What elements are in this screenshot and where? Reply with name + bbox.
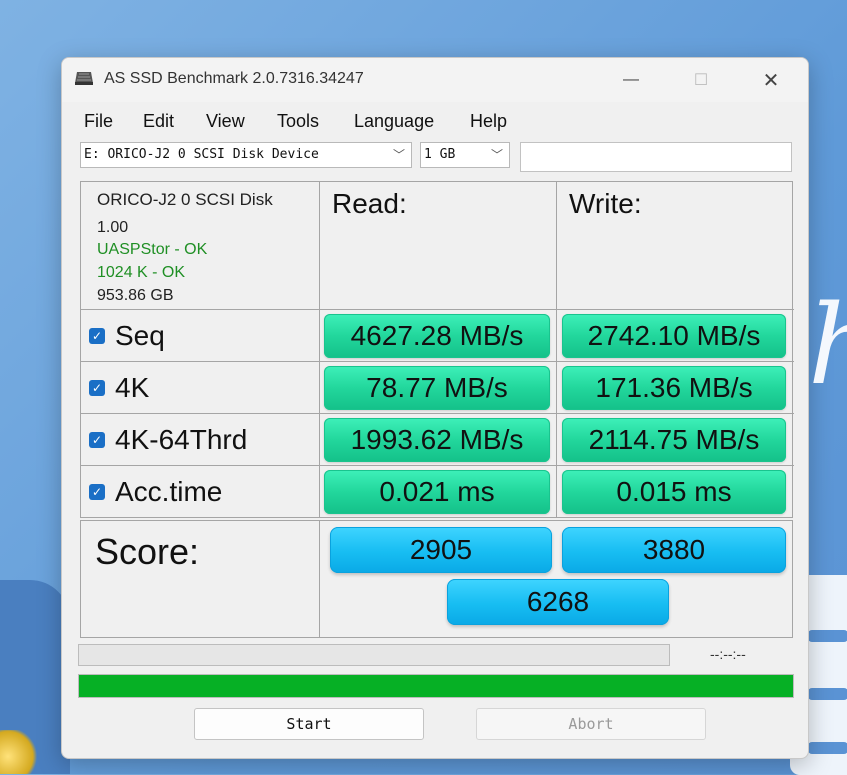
- chevron-down-icon: ﹀: [392, 148, 405, 162]
- menu-file[interactable]: File: [84, 111, 113, 132]
- overall-progress-fill: [79, 675, 793, 697]
- test-row-acc-time: ✓ Acc.time: [81, 466, 320, 517]
- close-icon: ✕: [762, 69, 780, 92]
- drive-select[interactable]: E: ORICO-J2 0 SCSI Disk Device ﹀: [80, 142, 412, 168]
- background-glyph: h: [808, 290, 847, 400]
- overall-progress-bar: [78, 674, 794, 698]
- 4k-label: 4K: [115, 371, 150, 403]
- menu-bar: File Edit View Tools Language Help: [62, 108, 808, 136]
- test-size-select[interactable]: 1 GB ﹀: [420, 142, 510, 168]
- drive-info-panel: ORICO-J2 0 SCSI Disk 1.00 UASPStor - OK …: [81, 182, 320, 310]
- test-row-4k-64thrd: ✓ 4K-64Thrd: [81, 414, 320, 466]
- minimize-button[interactable]: —: [608, 64, 654, 96]
- 4k-64thrd-label: 4K-64Thrd: [115, 423, 248, 455]
- menu-language[interactable]: Language: [354, 111, 434, 132]
- 4k-64thrd-read-value: 1993.62 MB/s: [324, 418, 550, 462]
- test-progress-bar: [78, 644, 670, 666]
- total-score: 6268: [447, 579, 669, 625]
- read-header: Read:: [320, 182, 557, 310]
- 4k-64thrd-write-value: 2114.75 MB/s: [562, 418, 786, 462]
- maximize-button[interactable]: ☐: [678, 64, 724, 96]
- window-title: AS SSD Benchmark 2.0.7316.34247: [104, 70, 364, 87]
- start-button[interactable]: Start: [194, 708, 424, 740]
- 4k-write-value: 171.36 MB/s: [562, 366, 786, 410]
- seq-checkbox[interactable]: ✓: [89, 327, 105, 344]
- acc-time-read-value: 0.021 ms: [324, 470, 550, 514]
- drive-name: ORICO-J2 0 SCSI Disk: [97, 190, 273, 209]
- test-row-4k: ✓ 4K: [81, 362, 320, 414]
- maximize-icon: ☐: [693, 72, 709, 89]
- menu-tools[interactable]: Tools: [277, 111, 319, 132]
- results-grid: ORICO-J2 0 SCSI Disk 1.00 UASPStor - OK …: [80, 181, 794, 518]
- menu-help[interactable]: Help: [470, 111, 507, 132]
- close-button[interactable]: ✕: [748, 64, 794, 96]
- seq-read-value: 4627.28 MB/s: [324, 314, 550, 358]
- score-divider: [319, 521, 320, 637]
- seq-label: Seq: [115, 319, 165, 351]
- driver-status: UASPStor - OK: [97, 241, 208, 258]
- extra-textbox[interactable]: [520, 142, 792, 172]
- write-score: 3880: [562, 527, 786, 573]
- acc-time-checkbox[interactable]: ✓: [89, 483, 105, 500]
- abort-button[interactable]: Abort: [476, 708, 706, 740]
- drive-capacity: 953.86 GB: [97, 287, 174, 304]
- menu-edit[interactable]: Edit: [143, 111, 174, 132]
- app-icon: [75, 72, 93, 85]
- read-score: 2905: [330, 527, 552, 573]
- title-bar[interactable]: AS SSD Benchmark 2.0.7316.34247 — ☐ ✕: [62, 58, 808, 102]
- alignment-status: 1024 K - OK: [97, 264, 186, 281]
- test-row-seq: ✓ Seq: [81, 310, 320, 362]
- background-shape: [0, 730, 40, 774]
- menu-view[interactable]: View: [206, 111, 245, 132]
- elapsed-time: --:--:--: [710, 646, 746, 662]
- background-shape: [808, 688, 847, 700]
- write-header: Write:: [557, 182, 794, 310]
- drive-select-value: E: ORICO-J2 0 SCSI Disk Device: [84, 147, 319, 162]
- background-shape: [808, 630, 847, 642]
- acc-time-write-value: 0.015 ms: [562, 470, 786, 514]
- background-shape: [808, 742, 847, 754]
- chevron-down-icon: ﹀: [490, 148, 503, 162]
- app-window: AS SSD Benchmark 2.0.7316.34247 — ☐ ✕ Fi…: [61, 57, 809, 759]
- seq-write-value: 2742.10 MB/s: [562, 314, 786, 358]
- minimize-icon: —: [623, 71, 639, 88]
- 4k-64thrd-checkbox[interactable]: ✓: [89, 431, 105, 448]
- score-label: Score:: [95, 531, 200, 572]
- 4k-checkbox[interactable]: ✓: [89, 379, 105, 396]
- acc-time-label: Acc.time: [115, 475, 223, 507]
- 4k-read-value: 78.77 MB/s: [324, 366, 550, 410]
- score-panel: Score: 2905 3880 6268: [80, 520, 793, 638]
- firmware-version: 1.00: [97, 219, 129, 236]
- test-size-value: 1 GB: [424, 147, 456, 162]
